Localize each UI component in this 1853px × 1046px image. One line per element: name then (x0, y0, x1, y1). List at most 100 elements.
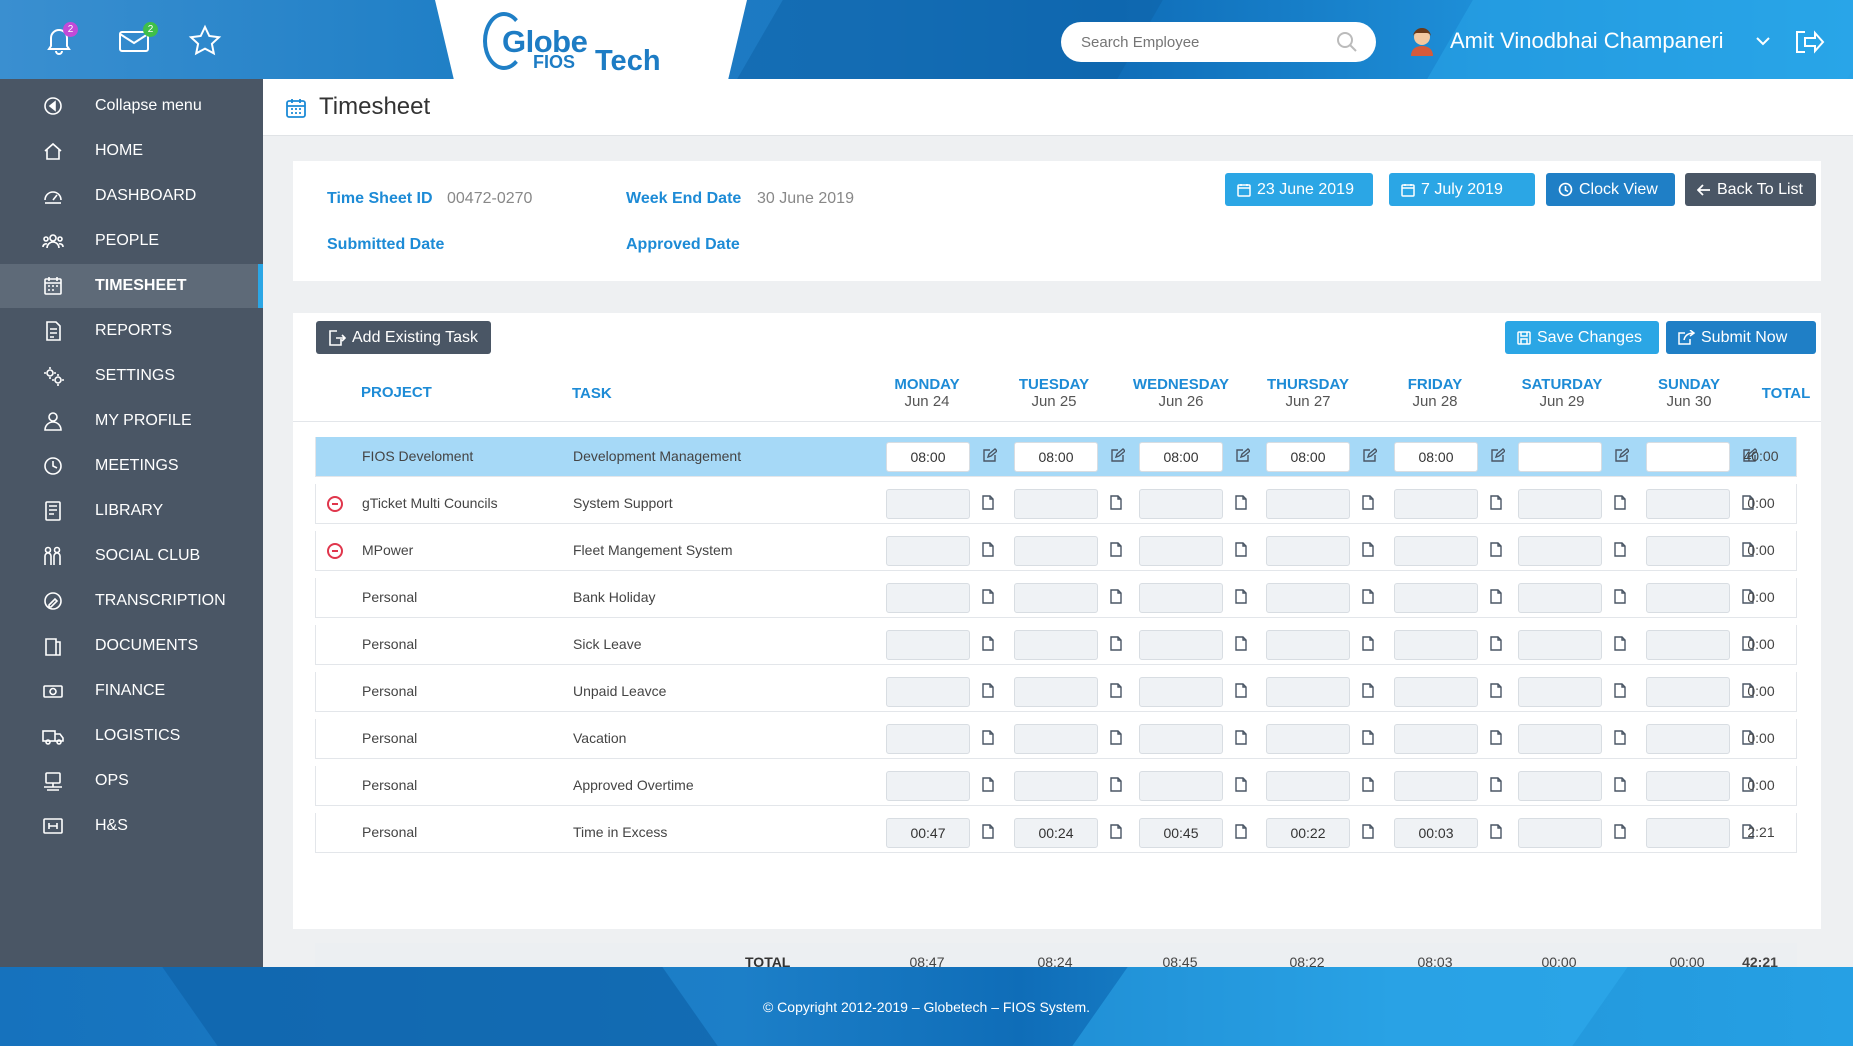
sidebar-item-collapse-menu[interactable]: Collapse menu (0, 84, 263, 128)
sidebar-item-documents[interactable]: DOCUMENTS (0, 624, 263, 668)
note-icon[interactable] (1235, 589, 1249, 605)
hours-input[interactable]: 00:03 (1394, 818, 1478, 848)
note-icon[interactable] (982, 542, 996, 558)
hours-input[interactable] (1266, 583, 1350, 613)
star-icon[interactable] (188, 24, 222, 56)
note-icon[interactable] (1235, 683, 1249, 699)
note-icon[interactable] (1362, 495, 1376, 511)
sidebar-item-library[interactable]: LIBRARY (0, 489, 263, 533)
edit-note-icon[interactable] (982, 448, 999, 464)
note-icon[interactable] (1110, 730, 1124, 746)
hours-input[interactable]: 00:45 (1139, 818, 1223, 848)
hours-input[interactable] (1266, 724, 1350, 754)
hours-input[interactable] (1394, 771, 1478, 801)
note-icon[interactable] (1490, 636, 1504, 652)
note-icon[interactable] (1110, 824, 1124, 840)
note-icon[interactable] (982, 730, 996, 746)
note-icon[interactable] (982, 495, 996, 511)
chevron-down-icon[interactable] (1755, 36, 1771, 46)
note-icon[interactable] (1614, 730, 1628, 746)
hours-input[interactable] (1266, 630, 1350, 660)
hours-input[interactable] (1394, 677, 1478, 707)
note-icon[interactable] (1110, 589, 1124, 605)
hours-input[interactable] (1518, 442, 1602, 472)
hours-input[interactable] (1014, 630, 1098, 660)
note-icon[interactable] (1362, 589, 1376, 605)
sidebar-item-logistics[interactable]: LOGISTICS (0, 714, 263, 758)
logout-icon[interactable] (1793, 28, 1825, 56)
hours-input[interactable] (1139, 677, 1223, 707)
hours-input[interactable] (1139, 724, 1223, 754)
hours-input[interactable] (1646, 489, 1730, 519)
hours-input[interactable] (1014, 489, 1098, 519)
user-name[interactable]: Amit Vinodbhai Champaneri (1450, 28, 1724, 54)
hours-input[interactable] (886, 677, 970, 707)
hours-input[interactable] (1394, 583, 1478, 613)
hours-input[interactable] (1266, 489, 1350, 519)
hours-input[interactable] (1266, 536, 1350, 566)
save-changes-button[interactable]: Save Changes (1505, 321, 1659, 354)
note-icon[interactable] (1235, 636, 1249, 652)
hours-input[interactable]: 08:00 (1394, 442, 1478, 472)
hours-input[interactable]: 00:22 (1266, 818, 1350, 848)
note-icon[interactable] (1362, 730, 1376, 746)
sidebar-item-social-club[interactable]: SOCIAL CLUB (0, 534, 263, 578)
hours-input[interactable] (886, 771, 970, 801)
hours-input[interactable] (1518, 536, 1602, 566)
note-icon[interactable] (1110, 542, 1124, 558)
note-icon[interactable] (1490, 542, 1504, 558)
hours-input[interactable] (886, 489, 970, 519)
hours-input[interactable] (1646, 771, 1730, 801)
add-existing-task-button[interactable]: Add Existing Task (316, 321, 491, 354)
hours-input[interactable] (1394, 536, 1478, 566)
hours-input[interactable] (1266, 771, 1350, 801)
hours-input[interactable] (886, 630, 970, 660)
note-icon[interactable] (1362, 636, 1376, 652)
edit-note-icon[interactable] (1490, 448, 1507, 464)
note-icon[interactable] (1490, 777, 1504, 793)
note-icon[interactable] (1614, 777, 1628, 793)
sidebar-item-my-profile[interactable]: MY PROFILE (0, 399, 263, 443)
hours-input[interactable] (1139, 489, 1223, 519)
edit-note-icon[interactable] (1614, 448, 1631, 464)
sidebar-item-dashboard[interactable]: DASHBOARD (0, 174, 263, 218)
note-icon[interactable] (1110, 777, 1124, 793)
note-icon[interactable] (1490, 495, 1504, 511)
hours-input[interactable] (1394, 724, 1478, 754)
hours-input[interactable] (1518, 489, 1602, 519)
note-icon[interactable] (1362, 777, 1376, 793)
hours-input[interactable] (1139, 536, 1223, 566)
note-icon[interactable] (1235, 730, 1249, 746)
hours-input[interactable] (1646, 724, 1730, 754)
clock-view-button[interactable]: Clock View (1546, 173, 1675, 206)
avatar[interactable] (1408, 26, 1436, 56)
note-icon[interactable] (982, 777, 996, 793)
hours-input[interactable] (886, 583, 970, 613)
note-icon[interactable] (1490, 730, 1504, 746)
note-icon[interactable] (982, 683, 996, 699)
hours-input[interactable] (1139, 630, 1223, 660)
prev-week-button[interactable]: 23 June 2019 (1225, 173, 1373, 206)
hours-input[interactable] (1014, 771, 1098, 801)
hours-input[interactable] (1646, 818, 1730, 848)
sidebar-item-timesheet[interactable]: TIMESHEET (0, 264, 263, 308)
hours-input[interactable] (1139, 583, 1223, 613)
hours-input[interactable] (1646, 536, 1730, 566)
hours-input[interactable] (1646, 677, 1730, 707)
logo-container[interactable] (435, 0, 747, 79)
note-icon[interactable] (1235, 495, 1249, 511)
note-icon[interactable] (1362, 542, 1376, 558)
note-icon[interactable] (1110, 683, 1124, 699)
remove-row-icon[interactable] (327, 496, 343, 512)
sidebar-item-meetings[interactable]: MEETINGS (0, 444, 263, 488)
note-icon[interactable] (1490, 683, 1504, 699)
hours-input[interactable]: 00:47 (886, 818, 970, 848)
hours-input[interactable]: 00:24 (1014, 818, 1098, 848)
note-icon[interactable] (982, 636, 996, 652)
note-icon[interactable] (1362, 683, 1376, 699)
sidebar-item-ops[interactable]: OPS (0, 759, 263, 803)
sidebar-item-finance[interactable]: FINANCE (0, 669, 263, 713)
note-icon[interactable] (1614, 589, 1628, 605)
hours-input[interactable]: 08:00 (1266, 442, 1350, 472)
mail-icon[interactable]: 2 (117, 22, 158, 56)
